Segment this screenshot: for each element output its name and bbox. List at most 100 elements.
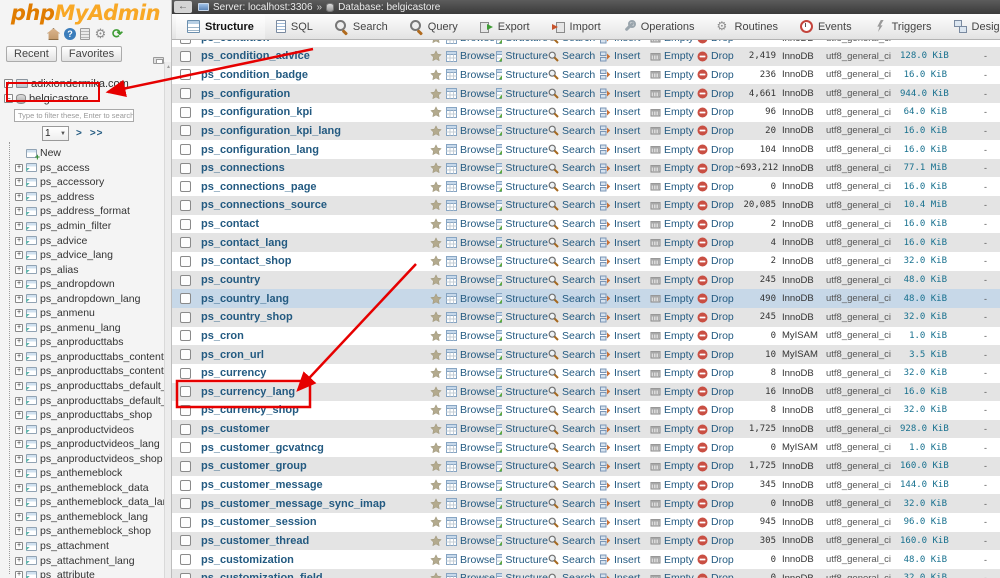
browse-action[interactable]: Browse	[446, 144, 496, 156]
table-name-link[interactable]: ps_configuration_kpi_lang	[196, 125, 426, 137]
favorite-star-icon[interactable]	[430, 330, 442, 342]
favorite-star-icon[interactable]	[430, 497, 442, 510]
empty-action[interactable]: Empty	[650, 479, 697, 491]
row-checkbox[interactable]	[180, 293, 191, 305]
insert-action[interactable]: Insert	[600, 125, 650, 137]
table-name-link[interactable]: ps_customer_message_sync_imap	[196, 498, 426, 510]
favorite-star-icon[interactable]	[430, 367, 442, 379]
collation[interactable]: utf8_general_ci	[822, 517, 900, 528]
table-name-link[interactable]: ps_connections	[196, 162, 426, 174]
search-action[interactable]: Search	[548, 106, 600, 118]
row-checkbox[interactable]	[180, 479, 191, 491]
collation[interactable]: utf8_general_ci	[822, 554, 900, 565]
empty-action[interactable]: Empty	[650, 50, 697, 62]
expand-icon[interactable]: +	[15, 163, 23, 172]
drop-action[interactable]: Drop	[697, 349, 735, 361]
tree-table-item[interactable]: + ps_anproductvideos_shop	[0, 451, 171, 466]
settings-icon[interactable]: ⚙	[94, 27, 107, 40]
structure-action[interactable]: Structure	[496, 349, 548, 361]
favorite-star-icon[interactable]	[430, 572, 442, 578]
insert-action[interactable]: Insert	[600, 237, 650, 249]
table-name-link[interactable]: ps_condition	[196, 40, 426, 44]
tree-next-page[interactable]: >	[76, 128, 83, 139]
expand-icon[interactable]: +	[15, 192, 23, 201]
drop-action[interactable]: Drop	[697, 460, 735, 472]
row-checkbox[interactable]	[180, 330, 191, 342]
drop-action[interactable]: Drop	[697, 162, 735, 174]
expand-icon[interactable]: +	[15, 280, 23, 289]
tree-table-item[interactable]: + ps_attribute	[0, 568, 171, 578]
browse-action[interactable]: Browse	[446, 311, 496, 323]
browse-action[interactable]: Browse	[446, 125, 496, 137]
favorite-star-icon[interactable]	[430, 162, 442, 174]
search-action[interactable]: Search	[548, 479, 600, 491]
insert-action[interactable]: Insert	[600, 311, 650, 323]
row-checkbox[interactable]	[180, 498, 191, 510]
structure-action[interactable]: Structure	[496, 106, 548, 118]
favorites-tab[interactable]: Favorites	[60, 46, 123, 62]
expand-icon[interactable]: +	[15, 556, 23, 565]
favorite-star-icon[interactable]	[430, 516, 442, 528]
row-checkbox[interactable]	[180, 423, 191, 435]
collation[interactable]: utf8_general_ci	[822, 424, 900, 435]
tree-table-item[interactable]: + ps_anproducttabs_shop	[0, 408, 171, 423]
insert-action[interactable]: Insert	[600, 144, 650, 156]
row-checkbox[interactable]	[180, 349, 191, 361]
tree-page-select[interactable]: 1 ▼	[42, 126, 69, 141]
row-checkbox[interactable]	[180, 386, 191, 398]
search-action[interactable]: Search	[548, 255, 600, 267]
row-checkbox[interactable]	[180, 442, 191, 454]
collation[interactable]: utf8_general_ci	[822, 368, 900, 379]
table-name-link[interactable]: ps_connections_page	[196, 181, 426, 193]
collation[interactable]: utf8_general_ci	[822, 312, 900, 323]
tree-table-item[interactable]: + ps_admin_filter	[0, 219, 171, 234]
empty-action[interactable]: Empty	[650, 442, 697, 454]
insert-action[interactable]: Insert	[600, 554, 650, 566]
browse-action[interactable]: Browse	[446, 293, 496, 305]
row-checkbox[interactable]	[180, 106, 191, 118]
favorite-star-icon[interactable]	[430, 106, 442, 118]
browse-action[interactable]: Browse	[446, 274, 496, 286]
tab-triggers[interactable]: Triggers	[863, 14, 943, 39]
drop-action[interactable]: Drop	[697, 367, 735, 379]
tree-table-item[interactable]: + ps_advice_lang	[0, 248, 171, 263]
collation[interactable]: utf8_general_ci	[822, 107, 900, 118]
browse-action[interactable]: Browse	[446, 106, 496, 118]
favorite-star-icon[interactable]	[430, 386, 442, 398]
empty-action[interactable]: Empty	[650, 162, 697, 174]
table-name-link[interactable]: ps_condition_advice	[196, 50, 426, 62]
drop-action[interactable]: Drop	[697, 181, 735, 193]
drop-action[interactable]: Drop	[697, 144, 735, 156]
search-action[interactable]: Search	[548, 460, 600, 472]
structure-action[interactable]: Structure	[496, 386, 548, 398]
tree-new-table-item[interactable]: + New	[0, 146, 171, 161]
browse-action[interactable]: Browse	[446, 442, 496, 454]
table-name-link[interactable]: ps_configuration_lang	[196, 144, 426, 156]
expand-icon[interactable]: +	[15, 527, 23, 536]
favorite-star-icon[interactable]	[430, 479, 442, 491]
panel-dock-icon[interactable]	[153, 57, 164, 64]
drop-action[interactable]: Drop	[697, 218, 735, 230]
search-action[interactable]: Search	[548, 498, 600, 510]
drop-action[interactable]: Drop	[697, 88, 735, 100]
row-checkbox[interactable]	[180, 554, 191, 566]
browse-action[interactable]: Browse	[446, 330, 496, 342]
empty-action[interactable]: Empty	[650, 330, 697, 342]
structure-action[interactable]: Structure	[496, 460, 548, 472]
row-checkbox[interactable]	[180, 237, 191, 249]
empty-action[interactable]: Empty	[650, 572, 697, 578]
row-checkbox[interactable]	[180, 274, 191, 286]
drop-action[interactable]: Drop	[697, 125, 735, 137]
table-name-link[interactable]: ps_configuration	[196, 88, 426, 100]
structure-action[interactable]: Structure	[496, 69, 548, 81]
browse-action[interactable]: Browse	[446, 349, 496, 361]
tab-events[interactable]: Events	[789, 14, 863, 39]
empty-action[interactable]: Empty	[650, 237, 697, 249]
search-action[interactable]: Search	[548, 50, 600, 62]
insert-action[interactable]: Insert	[600, 69, 650, 81]
row-checkbox[interactable]	[180, 40, 191, 44]
table-name-link[interactable]: ps_customer_group	[196, 460, 426, 472]
search-action[interactable]: Search	[548, 516, 600, 528]
insert-action[interactable]: Insert	[600, 460, 650, 472]
expand-icon[interactable]: +	[15, 338, 23, 347]
